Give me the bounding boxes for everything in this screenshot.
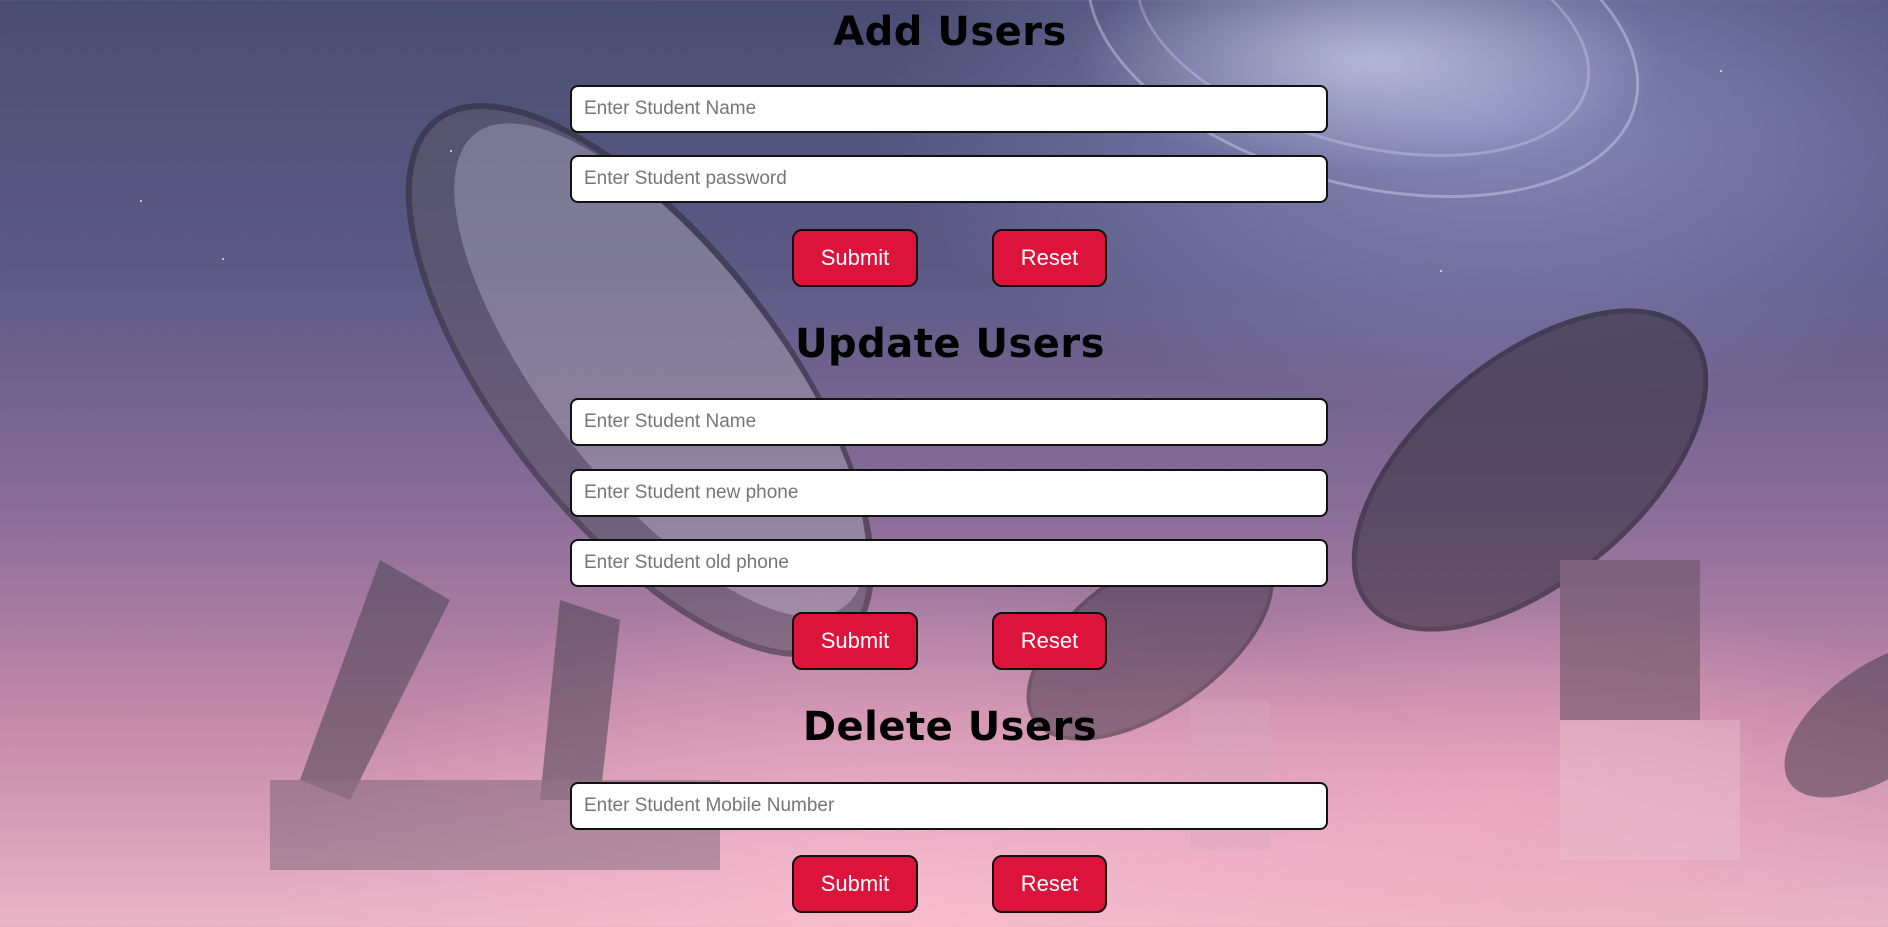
update-users-heading: Update Users (795, 321, 1105, 367)
delete-users-heading: Delete Users (802, 704, 1098, 750)
update-student-old-phone-input[interactable] (570, 539, 1328, 587)
delete-submit-button[interactable]: Submit (792, 855, 918, 913)
update-submit-button[interactable]: Submit (792, 612, 918, 670)
add-submit-button[interactable]: Submit (792, 229, 918, 287)
update-reset-button[interactable]: Reset (992, 612, 1107, 670)
add-student-password-input[interactable] (570, 155, 1328, 203)
add-users-heading: Add Users (833, 9, 1067, 55)
delete-reset-button[interactable]: Reset (992, 855, 1107, 913)
add-student-name-input[interactable] (570, 85, 1328, 133)
update-student-name-input[interactable] (570, 398, 1328, 446)
update-student-new-phone-input[interactable] (570, 469, 1328, 517)
add-reset-button[interactable]: Reset (992, 229, 1107, 287)
user-management-page: Add Users Submit Reset Update Users Subm… (0, 0, 1888, 927)
delete-student-mobile-input[interactable] (570, 782, 1328, 830)
